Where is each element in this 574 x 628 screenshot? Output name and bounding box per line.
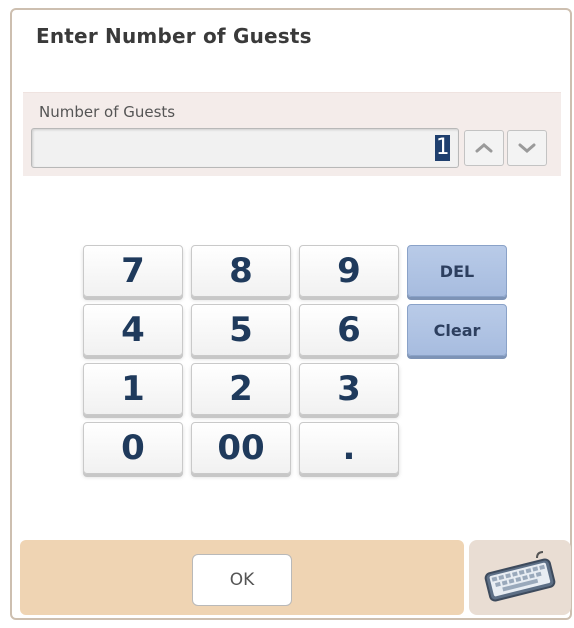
key-8[interactable]: 8	[191, 245, 291, 297]
chevron-down-icon	[518, 143, 536, 153]
keyboard-button[interactable]	[469, 540, 571, 615]
key-0[interactable]: 0	[83, 422, 183, 474]
key-00[interactable]: 00	[191, 422, 291, 474]
key-decimal[interactable]: .	[299, 422, 399, 474]
increment-button[interactable]	[464, 130, 504, 166]
key-3[interactable]: 3	[299, 363, 399, 415]
dialog-title: Enter Number of Guests	[36, 24, 312, 48]
guests-input-value: 1	[434, 135, 450, 161]
clear-button[interactable]: Clear	[407, 304, 507, 356]
key-2[interactable]: 2	[191, 363, 291, 415]
guests-field-label: Number of Guests	[39, 103, 176, 121]
key-7[interactable]: 7	[83, 245, 183, 297]
guests-input[interactable]: 1	[31, 128, 459, 168]
key-6[interactable]: 6	[299, 304, 399, 356]
key-9[interactable]: 9	[299, 245, 399, 297]
chevron-up-icon	[475, 143, 493, 153]
del-button[interactable]: DEL	[407, 245, 507, 297]
key-1[interactable]: 1	[83, 363, 183, 415]
ok-button[interactable]: OK	[192, 554, 292, 606]
decrement-button[interactable]	[507, 130, 547, 166]
keyboard-icon	[484, 550, 556, 602]
key-5[interactable]: 5	[191, 304, 291, 356]
key-4[interactable]: 4	[83, 304, 183, 356]
